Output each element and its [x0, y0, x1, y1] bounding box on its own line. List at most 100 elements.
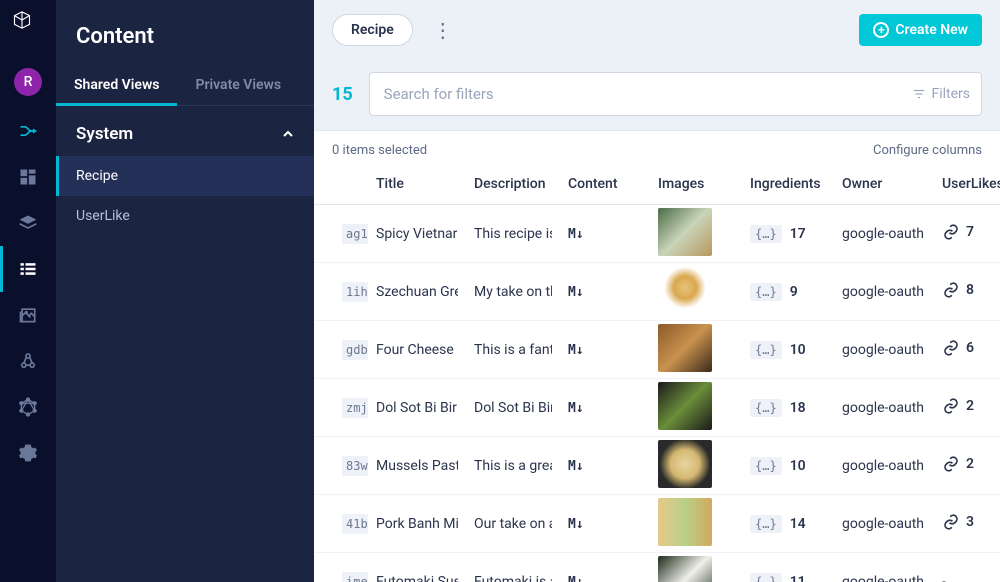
filters-label: Filters — [931, 86, 970, 102]
cell-userlikes: - — [934, 553, 1000, 582]
nav-item-recipe[interactable]: Recipe — [56, 156, 314, 196]
image-thumbnail — [658, 324, 712, 372]
chevron-up-icon — [282, 128, 294, 140]
cell-description: My take on th — [474, 284, 552, 300]
type-chip[interactable]: Recipe — [332, 14, 413, 46]
webhook-icon[interactable] — [17, 350, 39, 372]
section-label: System — [76, 124, 133, 144]
merge-icon[interactable] — [17, 120, 39, 142]
cell-ingredients: 10 — [790, 342, 806, 358]
panel-title: Content — [56, 0, 314, 67]
main: Recipe ⋮ + Create New 15 Filters 0 items… — [314, 0, 1000, 582]
table-row[interactable]: 83wh Mussels Past This is a grea M↓ {…}1… — [314, 437, 1000, 495]
json-badge: {…} — [750, 457, 782, 475]
icon-rail: R — [0, 0, 56, 582]
layers-icon[interactable] — [17, 212, 39, 234]
cell-ingredients: 14 — [790, 516, 806, 532]
image-thumbnail — [658, 498, 712, 546]
cell-owner: google-oauth — [842, 516, 926, 532]
plus-icon: + — [873, 22, 889, 38]
result-count: 15 — [332, 84, 353, 105]
cell-userlikes: 6 — [934, 321, 1000, 379]
image-thumbnail — [658, 208, 712, 256]
create-label: Create New — [895, 22, 968, 38]
image-thumbnail — [658, 382, 712, 430]
cell-owner: google-oauth — [842, 400, 926, 416]
cell-userlikes: 2 — [934, 379, 1000, 437]
dashboard-icon[interactable] — [17, 166, 39, 188]
cell-owner: google-oauth — [842, 574, 926, 582]
col-owner[interactable]: Owner — [834, 166, 934, 205]
cell-owner: google-oauth — [842, 342, 926, 358]
cell-title: Spicy Vietnar — [376, 226, 458, 242]
cell-userlikes: 7 — [934, 205, 1000, 263]
media-icon[interactable] — [17, 304, 39, 326]
app-logo — [12, 10, 44, 42]
tab-shared-views[interactable]: Shared Views — [56, 67, 177, 105]
data-table: Title Description Content Images Ingredi… — [314, 166, 1000, 582]
row-id: ag1g — [342, 224, 368, 244]
cell-description: Dol Sot Bi Bir — [474, 400, 552, 416]
col-title[interactable]: Title — [368, 166, 466, 205]
sidebar: Content Shared Views Private Views Syste… — [56, 0, 314, 582]
items-selected: 0 items selected — [332, 143, 427, 158]
row-id: gdbg — [342, 340, 368, 360]
image-thumbnail — [658, 266, 712, 314]
row-id: 83wh — [342, 456, 368, 476]
table-row[interactable]: gdbg Four Cheese This is a fant M↓ {…}10… — [314, 321, 1000, 379]
json-badge: {…} — [750, 573, 782, 582]
cell-title: Futomaki Sus — [376, 574, 458, 582]
cell-description: Our take on a — [474, 516, 552, 532]
create-new-button[interactable]: + Create New — [859, 14, 982, 46]
json-badge: {…} — [750, 283, 782, 301]
row-id: 1ihg — [342, 282, 368, 302]
filter-icon — [912, 87, 926, 101]
col-content[interactable]: Content — [560, 166, 650, 205]
cell-description: This is a grea — [474, 458, 552, 474]
markdown-icon: M↓ — [568, 517, 584, 532]
kebab-menu-icon[interactable]: ⋮ — [427, 18, 459, 42]
topbar: Recipe ⋮ + Create New — [314, 0, 1000, 60]
table-row[interactable]: 41bh Pork Banh Mi Our take on a M↓ {…}14… — [314, 495, 1000, 553]
cell-owner: google-oauth — [842, 226, 926, 242]
section-system[interactable]: System — [56, 106, 314, 156]
image-thumbnail — [658, 440, 712, 488]
col-images[interactable]: Images — [650, 166, 742, 205]
meta-bar: 0 items selected Configure columns — [314, 131, 1000, 166]
view-tabs: Shared Views Private Views — [56, 67, 314, 106]
filters-button[interactable]: Filters — [912, 86, 970, 102]
table-row[interactable]: 1ihg Szechuan Gre My take on th M↓ {…}9 … — [314, 263, 1000, 321]
cell-ingredients: 18 — [790, 400, 806, 416]
col-description[interactable]: Description — [466, 166, 560, 205]
cell-title: Dol Sot Bi Bir — [376, 400, 458, 416]
content-list-icon[interactable] — [17, 258, 39, 280]
search-input[interactable] — [369, 72, 982, 116]
col-userlikes[interactable]: UserLikes — [934, 166, 1000, 205]
tab-private-views[interactable]: Private Views — [177, 67, 299, 105]
markdown-icon: M↓ — [568, 343, 584, 358]
row-id: zmjh — [342, 398, 368, 418]
table-row[interactable]: ag1g Spicy Vietnar This recipe is M↓ {…}… — [314, 205, 1000, 263]
markdown-icon: M↓ — [568, 575, 584, 582]
cell-owner: google-oauth — [842, 284, 926, 300]
col-ingredients[interactable]: Ingredients — [742, 166, 834, 205]
markdown-icon: M↓ — [568, 401, 584, 416]
json-badge: {…} — [750, 399, 782, 417]
table-row[interactable]: imeh Futomaki Sus Futomaki is a M↓ {…}11… — [314, 553, 1000, 582]
markdown-icon: M↓ — [568, 227, 584, 242]
link-icon — [942, 281, 960, 299]
cell-owner: google-oauth — [842, 458, 926, 474]
cell-ingredients: 17 — [790, 226, 806, 242]
graphql-icon[interactable] — [17, 396, 39, 418]
json-badge: {…} — [750, 225, 782, 243]
link-icon — [942, 455, 960, 473]
settings-icon[interactable] — [17, 442, 39, 464]
json-badge: {…} — [750, 515, 782, 533]
image-thumbnail — [658, 556, 712, 582]
user-avatar[interactable]: R — [14, 68, 42, 96]
link-icon — [942, 223, 960, 241]
nav-item-userlike[interactable]: UserLike — [56, 196, 314, 236]
table-row[interactable]: zmjh Dol Sot Bi Bir Dol Sot Bi Bir M↓ {…… — [314, 379, 1000, 437]
cell-description: This recipe is — [474, 226, 552, 242]
configure-columns[interactable]: Configure columns — [873, 143, 982, 158]
